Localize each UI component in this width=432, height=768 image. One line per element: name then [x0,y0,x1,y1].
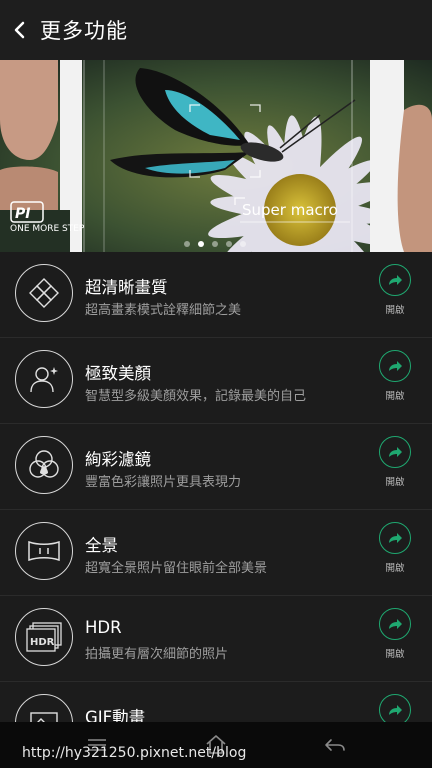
panorama-icon [15,522,73,580]
back-nav-button[interactable] [318,732,352,758]
gif-icon [15,694,73,722]
feature-subtitle: 超高畫素模式詮釋細節之美 [85,303,242,318]
feature-row-panorama[interactable]: 全景 超寬全景照片留住眼前全部美景 開啟 [0,510,432,596]
feature-row-super-resolution[interactable]: 超清晰畫質 超高畫素模式詮釋細節之美 開啟 [0,252,432,338]
feature-title: HDR [85,618,122,637]
share-arrow-icon [389,447,402,457]
feature-title: 極致美顏 [85,364,151,383]
feature-list: 超清晰畫質 超高畫素模式詮釋細節之美 開啟 極致美顏 智慧型多級美顏效果，記錄最… [0,252,432,722]
logo-text: ONE MORE STEP [10,224,85,234]
logo-mark-icon: PI [10,201,44,223]
feature-banner[interactable]: PI ONE MORE STEP Super macro [0,60,432,252]
page-dot[interactable] [212,241,218,247]
page-dot[interactable] [240,241,246,247]
feature-row-color-filter[interactable]: 絢彩濾鏡 豐富色彩讓照片更具表現力 開啟 [0,424,432,510]
open-feature-label: 開啟 [385,305,405,316]
feature-title: 絢彩濾鏡 [85,450,151,469]
open-feature-button[interactable] [379,522,411,554]
share-arrow-icon [389,275,402,285]
diamond-grid-icon [15,264,73,322]
feature-subtitle: 拍攝更有層次細節的照片 [85,647,229,662]
feature-subtitle: 智慧型多級美顏效果，記錄最美的自己 [85,389,307,404]
page-dot[interactable] [184,241,190,247]
share-arrow-icon [389,533,402,543]
feature-title: 超清晰畫質 [85,278,168,297]
share-arrow-icon [389,705,402,715]
feature-row-gif[interactable]: GIF動畫 [0,682,432,722]
open-feature-button[interactable] [379,608,411,640]
open-feature-label: 開啟 [385,391,405,402]
banner-caption: Super macro [242,201,338,219]
hdr-icon: HDR [15,608,73,666]
watermark-text: http://hy321250.pixnet.net/blog [22,745,247,761]
feature-subtitle: 超寬全景照片留住眼前全部美景 [85,561,268,576]
open-feature-button[interactable] [379,436,411,468]
open-feature-button[interactable] [379,694,411,722]
open-feature-label: 開啟 [385,649,405,660]
feature-row-beauty[interactable]: 極致美顏 智慧型多級美顏效果，記錄最美的自己 開啟 [0,338,432,424]
feature-row-hdr[interactable]: HDR HDR 拍攝更有層次細節的照片 開啟 [0,596,432,682]
page-title: 更多功能 [40,19,128,43]
feature-title: GIF動畫 [85,708,146,722]
open-feature-button[interactable] [379,264,411,296]
share-arrow-icon [389,361,402,371]
feature-subtitle: 豐富色彩讓照片更具表現力 [85,475,242,490]
brand-logo: PI ONE MORE STEP [10,200,90,240]
share-arrow-icon [389,619,402,629]
chevron-left-icon [14,21,25,39]
open-feature-label: 開啟 [385,477,405,488]
back-arrow-icon [325,739,345,751]
open-feature-button[interactable] [379,350,411,382]
color-filter-icon [15,436,73,494]
page-dot-active[interactable] [198,241,204,247]
back-button[interactable] [0,0,40,60]
svg-text:HDR: HDR [30,637,55,648]
open-feature-label: 開啟 [385,563,405,574]
app-header: 更多功能 [0,0,432,60]
svg-text:PI: PI [15,206,30,222]
banner-page-indicator [184,240,248,248]
page-dot[interactable] [226,241,232,247]
beauty-face-icon [15,350,73,408]
feature-title: 全景 [85,536,118,555]
